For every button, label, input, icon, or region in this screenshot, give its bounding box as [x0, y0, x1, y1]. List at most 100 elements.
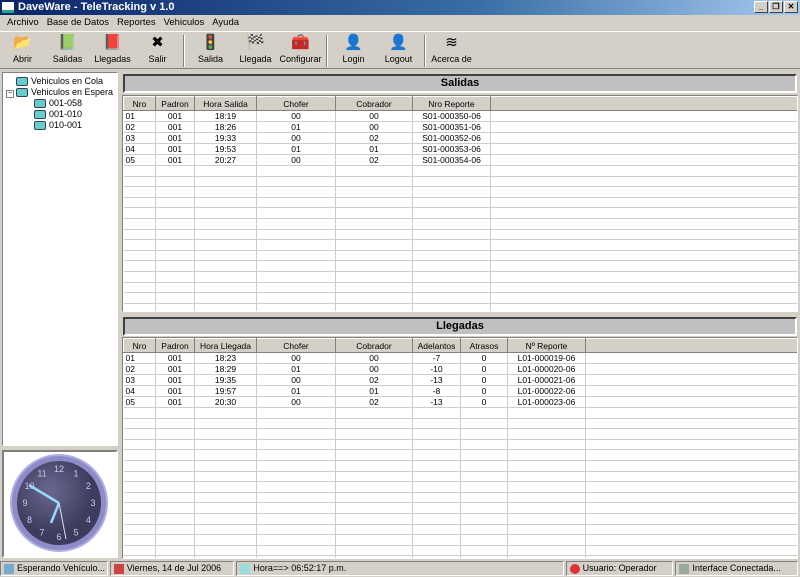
column-header[interactable]: Nro — [123, 96, 156, 111]
menu-archivo[interactable]: Archivo — [3, 15, 43, 30]
table-cell: 00 — [256, 352, 336, 364]
column-header[interactable]: Nro Reporte — [412, 96, 491, 111]
table-cell — [335, 292, 413, 304]
empty-row — [123, 481, 797, 493]
table-cell — [123, 218, 156, 230]
table-row[interactable]: 02 001 18:26 01 00 S01-000351-06 — [123, 121, 797, 133]
toolbar-salida-button[interactable]: 🚦 Salida — [188, 32, 233, 68]
toolbar-label: Login — [342, 54, 365, 64]
empty-row — [123, 218, 797, 230]
toolbar-llegadas-button[interactable]: 📕 Llegadas — [90, 32, 135, 68]
table-cell — [194, 439, 257, 451]
table-cell — [155, 524, 195, 536]
table-cell — [194, 186, 257, 198]
table-cell — [490, 218, 797, 230]
table-cell: L01-000023-06 — [507, 396, 586, 408]
table-cell — [460, 407, 508, 419]
toolbar-acerca-de-button[interactable]: ≋ Acerca de — [429, 32, 474, 68]
collapse-icon[interactable]: − — [6, 90, 14, 98]
vehicle-tree[interactable]: Vehiculos en Cola − Vehiculos en Espera 0… — [2, 72, 118, 446]
table-cell — [490, 250, 797, 262]
table-cell — [123, 229, 156, 241]
table-cell: 001 — [155, 396, 195, 408]
toolbar-logout-button[interactable]: 👤 Logout — [376, 32, 421, 68]
salidas-header: Salidas — [123, 74, 797, 93]
column-header[interactable]: Cobrador — [335, 338, 413, 353]
toolbar-abrir-button[interactable]: 📂 Abrir — [0, 32, 45, 68]
table-cell — [507, 449, 586, 461]
table-cell — [490, 121, 797, 133]
table-cell — [155, 534, 195, 546]
table-cell — [155, 282, 195, 294]
toolbar-salidas-button[interactable]: 📗 Salidas — [45, 32, 90, 68]
table-cell — [585, 460, 797, 472]
table-cell — [123, 502, 156, 514]
column-header[interactable]: Chofer — [256, 338, 336, 353]
tree-node-vehicle[interactable]: 001-010 — [6, 109, 114, 120]
table-cell: 01 — [256, 385, 336, 397]
column-header[interactable]: Chofer — [256, 96, 336, 111]
menu-reportes[interactable]: Reportes — [113, 15, 160, 30]
table-cell — [507, 513, 586, 525]
column-header[interactable]: Nº Reporte — [507, 338, 586, 353]
tree-node-vehicle[interactable]: 010-001 — [6, 120, 114, 131]
toolbar-login-button[interactable]: 👤 Login — [331, 32, 376, 68]
table-cell — [412, 292, 491, 304]
toolbar-label: Salida — [197, 54, 224, 64]
table-cell: 0 — [460, 352, 508, 364]
column-header[interactable]: Nro — [123, 338, 156, 353]
table-row[interactable]: 03 001 19:33 00 02 S01-000352-06 — [123, 132, 797, 144]
table-cell — [412, 428, 461, 440]
column-header[interactable]: Adelantos — [412, 338, 461, 353]
maximize-button[interactable]: ❐ — [769, 1, 783, 13]
tree-node-vehiculos-en-espera[interactable]: − Vehiculos en Espera — [6, 87, 114, 98]
table-row[interactable]: 04 001 19:57 01 01 -8 0 L01-000022-06 — [123, 385, 797, 397]
table-cell — [335, 186, 413, 198]
menu-ayuda[interactable]: Ayuda — [208, 15, 243, 30]
table-cell — [194, 502, 257, 514]
table-row[interactable]: 05 001 20:30 00 02 -13 0 L01-000023-06 — [123, 396, 797, 408]
column-header[interactable]: Padron — [155, 96, 195, 111]
column-header[interactable]: Atrasos — [460, 338, 508, 353]
minimize-button[interactable]: _ — [754, 1, 768, 13]
table-cell — [412, 271, 491, 283]
salidas-grid[interactable]: Nro Padron Hora Salida Chofer Cobrador Nro Re… — [122, 95, 798, 312]
table-cell — [123, 207, 156, 219]
table-cell — [412, 524, 461, 536]
table-row[interactable]: 01 001 18:19 00 00 S01-000350-06 — [123, 110, 797, 122]
toolbar-salir-button[interactable]: ✖ Salir — [135, 32, 180, 68]
table-cell — [335, 555, 413, 558]
table-cell — [155, 513, 195, 525]
table-cell: 0 — [460, 396, 508, 408]
empty-row — [123, 460, 797, 472]
column-header[interactable]: Padron — [155, 338, 195, 353]
table-cell — [123, 197, 156, 209]
table-row[interactable]: 01 001 18:23 00 00 -7 0 L01-000019-06 — [123, 352, 797, 364]
table-row[interactable]: 04 001 19:53 01 01 S01-000353-06 — [123, 143, 797, 155]
column-header[interactable]: Hora Llegada — [194, 338, 257, 353]
table-row[interactable]: 05 001 20:27 00 02 S01-000354-06 — [123, 154, 797, 166]
table-cell: 0 — [460, 374, 508, 386]
table-cell: 02 — [335, 374, 413, 386]
table-cell: 001 — [155, 143, 195, 155]
tree-node-vehiculos-en-cola[interactable]: Vehiculos en Cola — [6, 76, 114, 87]
close-button[interactable]: ✕ — [784, 1, 798, 13]
table-cell: -13 — [412, 374, 461, 386]
toolbar-configurar-button[interactable]: 🧰 Configurar — [278, 32, 323, 68]
table-row[interactable]: 02 001 18:29 01 00 -10 0 L01-000020-06 — [123, 363, 797, 375]
column-header[interactable]: Hora Salida — [194, 96, 257, 111]
clock-number: 5 — [73, 527, 78, 537]
table-cell — [507, 439, 586, 451]
empty-row — [123, 271, 797, 283]
table-cell — [155, 449, 195, 461]
llegadas-grid[interactable]: Nro Padron Hora Llegada Chofer Cobrador Adela… — [122, 337, 798, 559]
table-cell — [585, 534, 797, 546]
table-cell — [155, 229, 195, 241]
menu-vehiculos[interactable]: Vehiculos — [160, 15, 209, 30]
table-cell: 20:27 — [194, 154, 257, 166]
column-header[interactable]: Cobrador — [335, 96, 413, 111]
menu-base-de-datos[interactable]: Base de Datos — [43, 15, 113, 30]
toolbar-llegada-button[interactable]: 🏁 Llegada — [233, 32, 278, 68]
table-row[interactable]: 03 001 19:35 00 02 -13 0 L01-000021-06 — [123, 374, 797, 386]
tree-node-vehicle[interactable]: 001-058 — [6, 98, 114, 109]
